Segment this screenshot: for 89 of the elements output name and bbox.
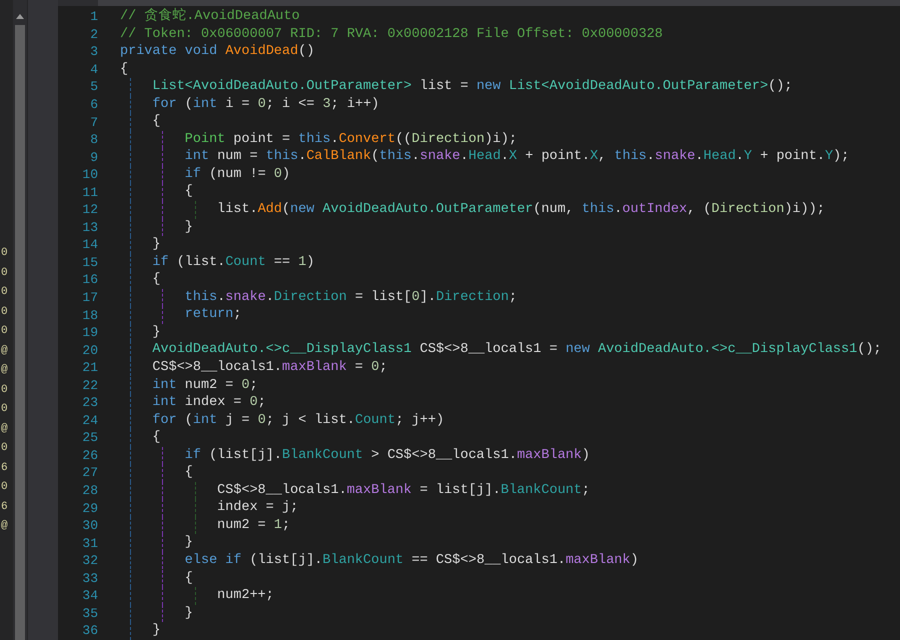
- line-number: 19: [81, 325, 98, 340]
- code-line: {: [120, 113, 160, 131]
- line-number: 36: [81, 623, 98, 638]
- code-line: if (list[j].BlankCount > CS$<>8__locals1.maxBlank): [120, 446, 590, 464]
- line-number: 28: [81, 483, 98, 498]
- cut-off-text: 0: [1, 246, 8, 261]
- line-number: 11: [81, 184, 98, 200]
- line-number: 25: [81, 430, 98, 446]
- line-number: 12: [81, 202, 98, 218]
- cut-off-text: 0: [1, 382, 8, 398]
- line-number: 3: [89, 44, 98, 60]
- line-number: 31: [81, 536, 98, 551]
- code-line: {: [120, 429, 160, 447]
- cut-off-text: 0: [1, 441, 8, 456]
- code-line: Point point = this.Convert((Direction)i);: [120, 130, 517, 148]
- code-line: return;: [120, 306, 242, 324]
- code-line: // Token: 0x06000007 RID: 7 RVA: 0x00002128 File Offset: 0x00000328: [120, 26, 663, 43]
- line-number: 16: [81, 272, 98, 288]
- line-number: 26: [81, 448, 98, 463]
- code-line: else if (list[j].BlankCount == CS$<>8__locals1.maxBlank): [120, 552, 638, 570]
- code-line: int num2 = 0;: [120, 376, 258, 394]
- scrollbar[interactable]: [13, 0, 27, 640]
- line-number: 14: [81, 237, 98, 252]
- code-line: num2 = 1;: [120, 516, 290, 534]
- line-number: 2: [89, 26, 98, 42]
- code-line: {: [120, 183, 193, 201]
- code-line: }: [120, 236, 160, 254]
- line-number: 23: [81, 395, 98, 410]
- line-number: 18: [81, 308, 98, 323]
- code-line: if (num != 0): [120, 166, 290, 184]
- code-line: AvoidDeadAuto.<>c__DisplayClass1 CS$<>8__locals1 = new AvoidDeadAuto.<>c__DisplayClass1();: [120, 341, 882, 359]
- code-line: int num = this.CalBlank(this.snake.Head.X + point.X, this.snake.Head.Y + point.Y);: [120, 148, 850, 166]
- cut-off-text: @: [1, 363, 8, 378]
- line-number: 4: [89, 62, 98, 77]
- code-line: List<AvoidDeadAuto.OutParameter> list = new List<AvoidDeadAuto.OutParameter>();: [120, 78, 792, 96]
- code-line: num2++;: [120, 587, 274, 605]
- line-number: 6: [89, 97, 98, 112]
- code-line: // 贪食蛇.AvoidDeadAuto: [120, 8, 300, 26]
- code-line: {: [120, 271, 160, 289]
- line-number: 8: [89, 132, 98, 148]
- cut-off-text: @: [1, 344, 8, 358]
- cut-off-text: 0: [1, 324, 8, 339]
- code-line: private void AvoidDead(): [120, 43, 314, 60]
- cut-off-text: @: [1, 519, 8, 534]
- code-line: }: [120, 534, 193, 552]
- cut-off-text: 0: [1, 480, 8, 495]
- code-line: CS$<>8__locals1.maxBlank = 0;: [120, 358, 388, 376]
- code-line: {: [120, 570, 193, 588]
- line-number: 1: [89, 9, 98, 24]
- cut-off-text: 6: [1, 460, 8, 476]
- line-number: 22: [81, 378, 98, 393]
- cut-off-text: 0: [1, 402, 8, 417]
- line-number: 35: [81, 606, 98, 621]
- cut-off-text: 0: [1, 304, 8, 320]
- line-number: 15: [81, 254, 98, 270]
- cut-off-text: 0: [1, 285, 8, 300]
- line-number: 9: [89, 150, 98, 165]
- line-number: 30: [81, 518, 98, 534]
- scroll-up-icon[interactable]: [16, 14, 24, 19]
- line-number: 21: [81, 360, 98, 376]
- line-number: 20: [81, 342, 98, 358]
- cut-off-text: @: [1, 422, 8, 436]
- line-number: 32: [81, 553, 98, 568]
- line-number: 5: [89, 79, 98, 94]
- code-line: index = j;: [120, 499, 298, 517]
- code-line: }: [120, 324, 160, 342]
- cut-off-text: 0: [1, 266, 8, 280]
- cut-off-text: 6: [1, 500, 8, 514]
- line-number: 27: [81, 465, 98, 480]
- code-line: for (int i = 0; i <= 3; i++): [120, 96, 380, 114]
- line-number: 13: [81, 220, 98, 235]
- code-line: }: [120, 622, 160, 640]
- code-line: }: [120, 604, 193, 622]
- line-number: 33: [81, 570, 98, 586]
- code-line: this.snake.Direction = list[0].Direction;: [120, 288, 517, 306]
- code-line: for (int j = 0; j < list.Count; j++): [120, 412, 444, 430]
- line-number: 7: [89, 114, 98, 130]
- code-line: CS$<>8__locals1.maxBlank = list[j].BlankCount;: [120, 482, 590, 500]
- code-line: {: [120, 464, 193, 482]
- line-number: 17: [81, 290, 98, 306]
- code-line: {: [120, 60, 128, 78]
- line-number: 29: [81, 500, 98, 516]
- code-line: if (list.Count == 1): [120, 254, 314, 272]
- line-number: 24: [81, 412, 98, 428]
- code-line: }: [120, 218, 193, 236]
- line-number: 34: [81, 588, 98, 604]
- line-number: 10: [81, 167, 98, 182]
- code-line: list.Add(new AvoidDeadAuto.OutParameter(num, this.outIndex, (Direction)i));: [120, 201, 825, 219]
- code-line: int index = 0;: [120, 394, 266, 412]
